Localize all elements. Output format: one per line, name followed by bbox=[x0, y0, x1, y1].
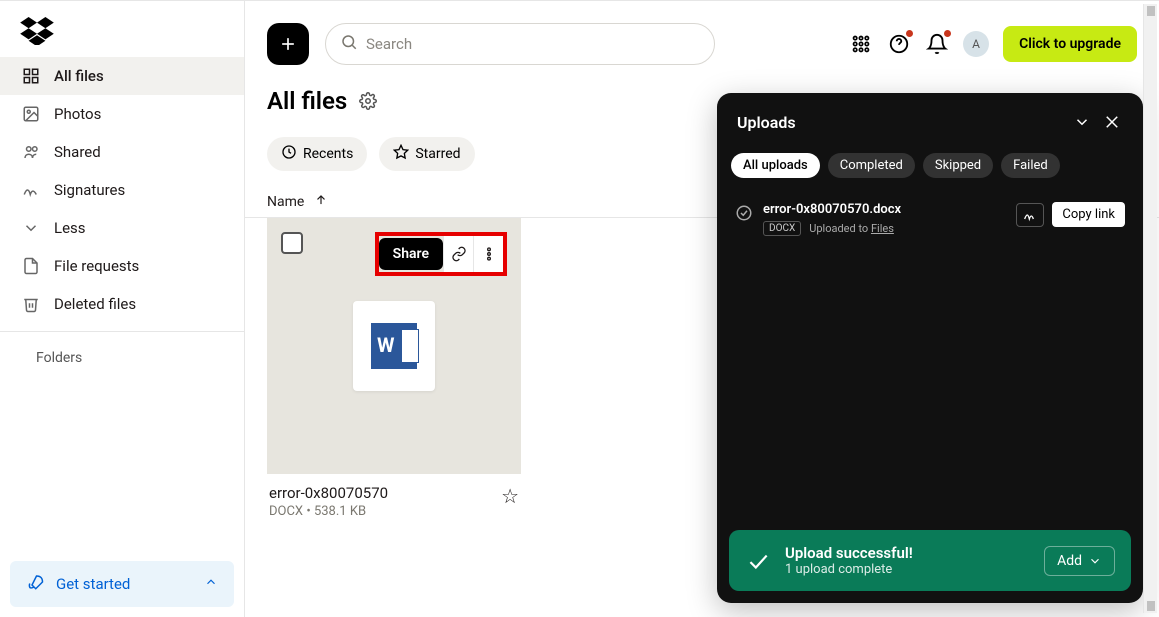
sidebar-item-label: Photos bbox=[54, 105, 101, 123]
shared-icon bbox=[22, 143, 40, 161]
star-icon bbox=[393, 144, 409, 164]
sidebar-item-deleted-files[interactable]: Deleted files bbox=[0, 285, 244, 323]
share-button[interactable]: Share bbox=[379, 238, 443, 270]
uploads-tab-failed[interactable]: Failed bbox=[1001, 153, 1060, 178]
add-dropdown[interactable]: Add bbox=[1044, 546, 1115, 576]
get-started-label: Get started bbox=[56, 575, 130, 593]
chip-label: Starred bbox=[415, 146, 460, 162]
check-icon bbox=[745, 548, 771, 574]
sidebar-item-file-requests[interactable]: File requests bbox=[0, 247, 244, 285]
copy-link-button[interactable] bbox=[443, 236, 473, 272]
sidebar-item-label: Signatures bbox=[54, 181, 125, 199]
destination-link[interactable]: Files bbox=[871, 222, 894, 235]
search-field[interactable] bbox=[325, 23, 715, 65]
trash-icon bbox=[22, 295, 40, 313]
scrollbar[interactable] bbox=[1143, 4, 1157, 613]
divider bbox=[0, 331, 244, 332]
photos-icon bbox=[22, 105, 40, 123]
gear-icon[interactable] bbox=[359, 92, 377, 110]
sidebar-item-all-files[interactable]: All files bbox=[0, 57, 244, 95]
sidebar-item-less[interactable]: Less bbox=[0, 209, 244, 247]
help-icon[interactable] bbox=[887, 32, 911, 56]
notification-dot bbox=[906, 30, 913, 37]
file-name: error-0x80070570 bbox=[269, 484, 388, 502]
apps-grid-icon[interactable] bbox=[849, 32, 873, 56]
clock-icon bbox=[281, 144, 297, 164]
word-docx-icon bbox=[371, 323, 417, 369]
select-checkbox[interactable] bbox=[281, 232, 303, 254]
copy-link-button[interactable]: Copy link bbox=[1052, 202, 1125, 227]
chevron-up-icon bbox=[204, 575, 218, 593]
sidebar-item-label: Deleted files bbox=[54, 295, 136, 313]
success-title: Upload successful! bbox=[785, 544, 913, 562]
star-button[interactable]: ☆ bbox=[501, 484, 519, 508]
avatar[interactable]: A bbox=[963, 31, 989, 57]
success-subtitle: 1 upload complete bbox=[785, 562, 913, 577]
check-icon bbox=[735, 204, 753, 222]
sidebar-item-photos[interactable]: Photos bbox=[0, 95, 244, 133]
file-details: DOCX • 538.1 KB bbox=[269, 504, 388, 519]
chip-starred[interactable]: Starred bbox=[379, 137, 474, 171]
page-title: All files bbox=[267, 87, 347, 115]
rocket-icon bbox=[26, 573, 44, 595]
add-label: Add bbox=[1057, 553, 1082, 569]
uploads-tab-skipped[interactable]: Skipped bbox=[923, 153, 993, 178]
sidebar-item-shared[interactable]: Shared bbox=[0, 133, 244, 171]
uploads-panel: Uploads All uploads Completed Skipped Fa… bbox=[717, 93, 1143, 603]
highlighted-actions: Share bbox=[375, 232, 507, 276]
upload-destination: Uploaded to Files bbox=[809, 222, 894, 235]
upload-filename: error-0x80070570.docx bbox=[763, 202, 1006, 217]
sidebar-item-signatures[interactable]: Signatures bbox=[0, 171, 244, 209]
sidebar-item-label: File requests bbox=[54, 257, 139, 275]
sidebar-item-label: Shared bbox=[54, 143, 101, 161]
close-button[interactable] bbox=[1101, 111, 1123, 133]
notification-dot bbox=[944, 30, 951, 37]
upgrade-button[interactable]: Click to upgrade bbox=[1003, 26, 1137, 62]
uploads-tab-all[interactable]: All uploads bbox=[731, 153, 820, 178]
add-button[interactable] bbox=[267, 23, 309, 65]
get-started-button[interactable]: Get started bbox=[10, 561, 234, 607]
search-input[interactable] bbox=[366, 35, 700, 53]
bell-icon[interactable] bbox=[925, 32, 949, 56]
ext-badge: DOCX bbox=[763, 221, 801, 236]
dropbox-logo[interactable] bbox=[0, 1, 244, 57]
search-icon bbox=[340, 33, 358, 55]
sidebar-item-label: Less bbox=[54, 219, 86, 237]
file-icon bbox=[353, 301, 435, 391]
file-thumbnail: Share bbox=[267, 218, 521, 474]
chip-recents[interactable]: Recents bbox=[267, 137, 367, 171]
sign-button[interactable] bbox=[1016, 203, 1044, 227]
column-header-label: Name bbox=[267, 194, 304, 210]
uploads-tab-completed[interactable]: Completed bbox=[828, 153, 915, 178]
folders-label: Folders bbox=[36, 350, 82, 366]
file-requests-icon bbox=[22, 257, 40, 275]
uploads-title: Uploads bbox=[737, 113, 796, 132]
sidebar-item-label: All files bbox=[54, 67, 104, 85]
signatures-icon bbox=[22, 181, 40, 199]
chip-label: Recents bbox=[303, 146, 353, 162]
upload-success-banner: Upload successful! 1 upload complete Add bbox=[729, 530, 1131, 591]
file-tile[interactable]: Share bbox=[267, 218, 521, 529]
upload-item: error-0x80070570.docx DOCX Uploaded to F… bbox=[733, 194, 1127, 244]
more-button[interactable] bbox=[473, 236, 503, 272]
all-files-icon bbox=[22, 67, 40, 85]
collapse-button[interactable] bbox=[1071, 111, 1093, 133]
chevron-down-icon bbox=[22, 219, 40, 237]
sort-arrow-up-icon bbox=[314, 193, 328, 211]
sidebar-folders[interactable]: Folders bbox=[0, 340, 244, 376]
